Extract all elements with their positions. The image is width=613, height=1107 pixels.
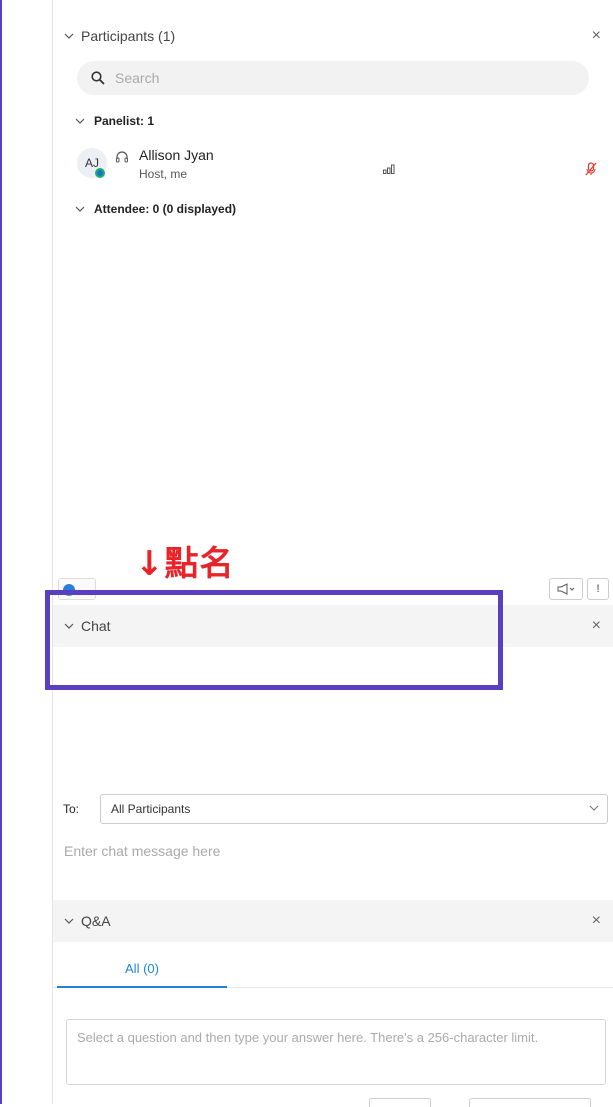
chat-recipient-row: To: All Participants <box>53 794 613 824</box>
panelist-group-toggle[interactable]: Panelist: 1 <box>53 114 154 128</box>
search-input[interactable] <box>113 69 557 87</box>
recipient-value: All Participants <box>111 802 191 816</box>
qa-header[interactable]: Q&A × <box>53 900 613 942</box>
participant-name: Allison Jyan <box>139 147 214 163</box>
chevron-down-icon[interactable] <box>75 205 85 214</box>
participants-title: Participants (1) <box>81 28 176 44</box>
alert-label: ! <box>596 583 600 595</box>
annotation-text: ↓點名 <box>135 544 235 584</box>
signal-strength-icon <box>383 164 395 174</box>
status-icon <box>95 168 105 178</box>
megaphone-icon <box>557 583 575 595</box>
headset-icon <box>116 151 128 163</box>
raise-hand-menu-button[interactable] <box>549 578 583 600</box>
participant-search[interactable] <box>77 61 589 95</box>
attendee-group-label: Attendee: 0 (0 displayed) <box>94 202 237 216</box>
qa-send-button[interactable] <box>469 1098 591 1107</box>
annotation-highlight-box <box>45 590 503 690</box>
alert-button[interactable]: ! <box>587 578 609 600</box>
chevron-down-icon[interactable] <box>75 117 85 126</box>
recipient-select[interactable]: All Participants <box>100 794 608 824</box>
panelist-group-label: Panelist: 1 <box>94 114 155 128</box>
to-label: To: <box>63 802 80 816</box>
attendee-group-toggle[interactable]: Attendee: 0 (0 displayed) <box>53 202 236 216</box>
participant-row[interactable]: AJ Allison Jyan Host, me <box>73 142 603 190</box>
chevron-down-icon <box>589 805 599 811</box>
search-icon <box>91 71 105 85</box>
qa-action-button[interactable] <box>369 1098 431 1107</box>
qa-answer-input[interactable]: Select a question and then type your ans… <box>66 1019 606 1085</box>
window-frame-left <box>0 0 10 1104</box>
participants-close-icon[interactable]: × <box>592 27 601 45</box>
left-gutter <box>10 0 53 1104</box>
tab-all[interactable]: All (0) <box>57 948 227 988</box>
tab-all-label: All (0) <box>125 960 159 976</box>
qa-title: Q&A <box>81 913 111 929</box>
chat-message-input[interactable]: Enter chat message here <box>64 843 220 859</box>
chevron-down-icon[interactable] <box>64 32 74 41</box>
muted-mic-icon[interactable] <box>585 162 597 176</box>
chevron-down-icon[interactable] <box>64 917 74 926</box>
participant-role: Host, me <box>139 167 188 181</box>
participants-header[interactable]: Participants (1) × <box>53 17 613 55</box>
active-tab-indicator <box>57 986 227 988</box>
qa-close-icon[interactable]: × <box>592 912 601 930</box>
chat-close-icon[interactable]: × <box>592 617 601 635</box>
